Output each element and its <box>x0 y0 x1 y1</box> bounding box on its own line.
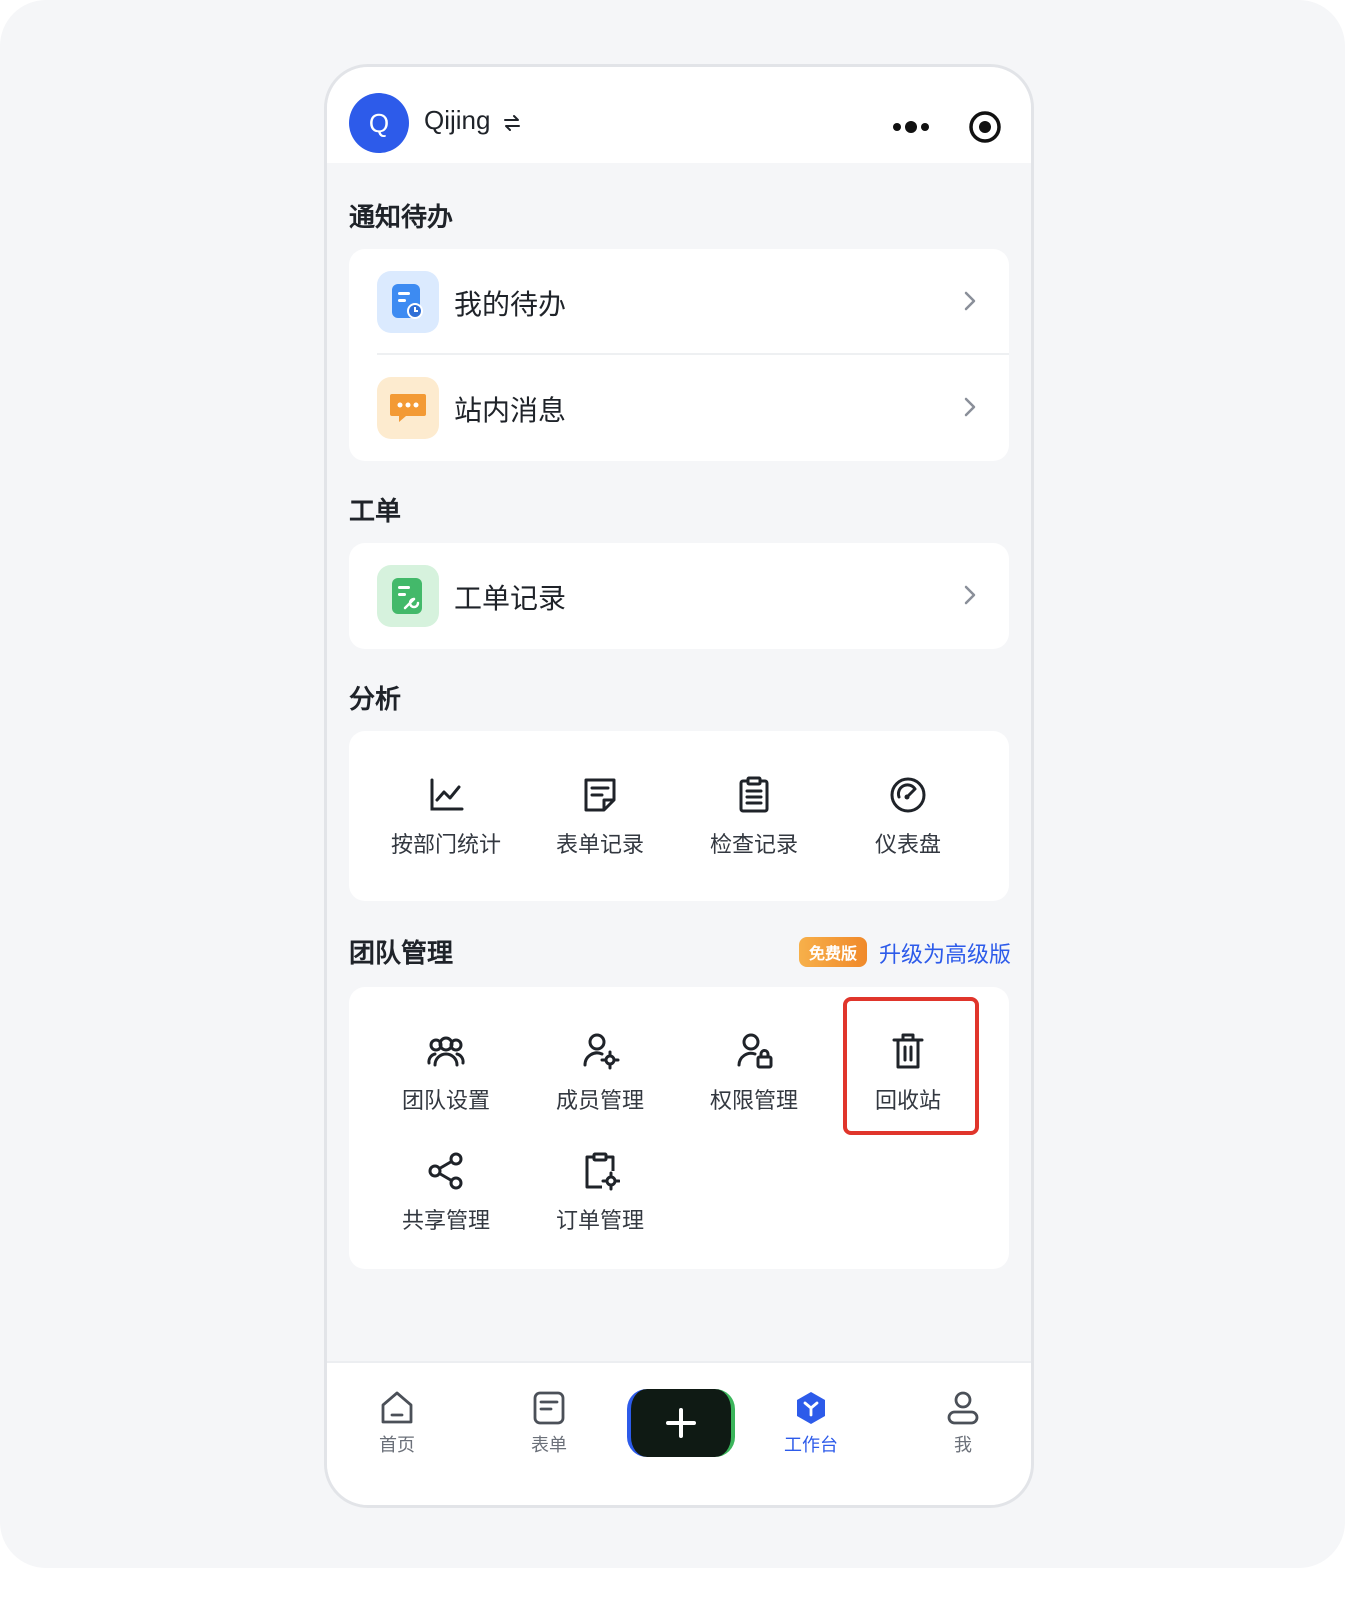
chevron-right-icon <box>964 585 976 605</box>
record-target-icon[interactable] <box>967 109 1003 145</box>
grid-item-label: 检查记录 <box>709 833 798 858</box>
phone-frame: Q Qijing 通知待办 我的待办 站内消息 工单 工单记录 分析 按部门统计… <box>324 64 1034 1508</box>
grid-item-label: 仪表盘 <box>874 833 941 858</box>
home-icon <box>381 1391 413 1424</box>
bottom-tabbar: 首页 表单 工作台 我 <box>327 1361 1031 1505</box>
team-name[interactable]: Qijing <box>424 105 490 136</box>
list-item-site-messages[interactable]: 站内消息 <box>349 355 1009 461</box>
form-icon <box>533 1391 565 1425</box>
tab-me[interactable]: 我 <box>923 1389 1003 1457</box>
chevron-right-icon <box>964 291 976 311</box>
grid-item-team-settings[interactable]: 团队设置 <box>371 1031 521 1141</box>
grid-item-label: 按部门统计 <box>390 833 501 858</box>
workbench-icon <box>797 1392 825 1424</box>
grid-item-order-management[interactable]: 订单管理 <box>525 1151 675 1261</box>
grid-item-dept-stats[interactable]: 按部门统计 <box>371 775 521 885</box>
tab-label: 首页 <box>379 1435 415 1456</box>
gauge-icon <box>890 777 926 813</box>
section-title-work-orders: 工单 <box>349 497 402 527</box>
notifications-card: 我的待办 站内消息 <box>349 249 1009 461</box>
tab-workbench[interactable]: 工作台 <box>771 1389 851 1457</box>
section-title-team: 团队管理 <box>349 939 454 969</box>
list-item-my-todo[interactable]: 我的待办 <box>349 249 1009 355</box>
free-plan-badge: 免费版 <box>799 937 867 967</box>
section-title-notifications: 通知待办 <box>349 203 454 233</box>
more-dots-icon[interactable] <box>891 112 931 142</box>
todo-clock-icon <box>377 271 439 333</box>
line-chart-icon <box>430 778 464 811</box>
grid-item-label: 成员管理 <box>555 1089 644 1114</box>
message-bubble-icon <box>377 377 439 439</box>
tab-forms[interactable]: 表单 <box>509 1389 589 1457</box>
form-record-icon <box>584 778 616 812</box>
list-item-label: 工单记录 <box>454 582 567 615</box>
grid-item-member-management[interactable]: 成员管理 <box>525 1031 675 1141</box>
profile-icon <box>947 1391 979 1425</box>
add-button[interactable] <box>627 1389 735 1457</box>
chevron-right-icon <box>964 397 976 417</box>
wrench-doc-icon <box>377 565 439 627</box>
mini-program-capsule <box>871 99 1025 155</box>
team-icon <box>427 1036 465 1067</box>
grid-item-label: 订单管理 <box>555 1209 644 1234</box>
app-header: Q Qijing <box>327 67 1031 163</box>
tab-label: 我 <box>954 1435 972 1456</box>
list-item-label: 我的待办 <box>454 288 567 321</box>
tab-label: 工作台 <box>784 1435 838 1456</box>
plus-icon <box>666 1408 696 1438</box>
checklist-icon <box>739 776 769 813</box>
grid-item-share-management[interactable]: 共享管理 <box>371 1151 521 1261</box>
grid-item-label: 权限管理 <box>709 1089 798 1114</box>
highlight-annotation <box>843 997 979 1135</box>
avatar[interactable]: Q <box>349 93 409 153</box>
list-item-label: 站内消息 <box>454 394 567 427</box>
grid-item-label: 共享管理 <box>401 1209 490 1234</box>
work-orders-card: 工单记录 <box>349 543 1009 649</box>
grid-item-permission-management[interactable]: 权限管理 <box>679 1031 829 1141</box>
tab-label: 表单 <box>531 1435 567 1456</box>
tab-home[interactable]: 首页 <box>357 1389 437 1457</box>
grid-item-form-records[interactable]: 表单记录 <box>525 775 675 885</box>
grid-item-label: 团队设置 <box>401 1089 490 1114</box>
grid-item-dashboard[interactable]: 仪表盘 <box>833 775 983 885</box>
switch-icon[interactable] <box>502 113 522 133</box>
order-settings-icon <box>585 1152 620 1191</box>
permission-icon <box>737 1033 773 1069</box>
member-settings-icon <box>583 1033 620 1070</box>
upgrade-link[interactable]: 升级为高级版 <box>879 937 1011 969</box>
share-icon <box>428 1152 463 1190</box>
list-item-work-order-records[interactable]: 工单记录 <box>349 543 1009 649</box>
analysis-card: 按部门统计 表单记录 检查记录 仪表盘 <box>349 731 1009 901</box>
section-title-analysis: 分析 <box>349 685 402 715</box>
grid-item-inspection-records[interactable]: 检查记录 <box>679 775 829 885</box>
grid-item-label: 表单记录 <box>555 833 644 858</box>
